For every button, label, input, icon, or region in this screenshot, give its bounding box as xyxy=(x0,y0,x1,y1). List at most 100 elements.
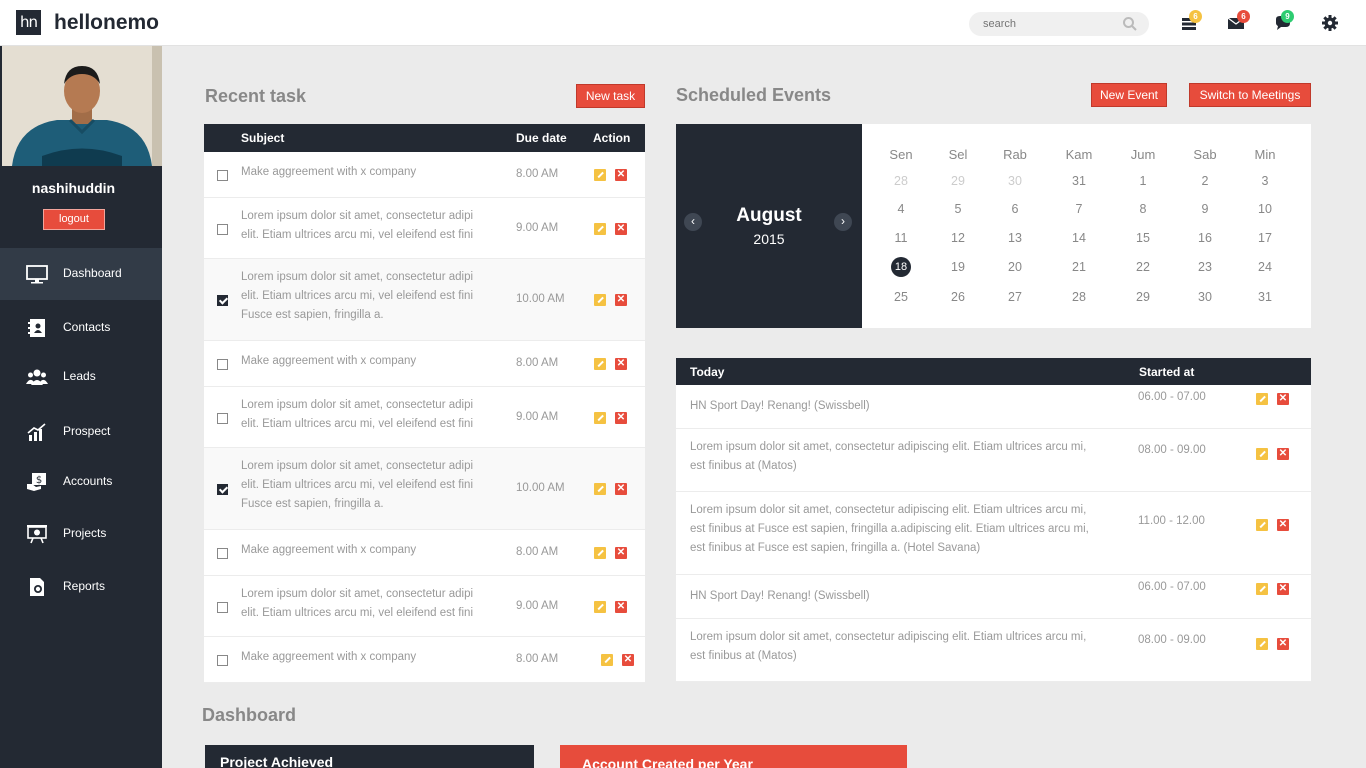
event-row[interactable]: HN Sport Day! Renang! (Swissbell) 06.00 -… xyxy=(676,385,1311,429)
column-started-at[interactable]: Started at xyxy=(1139,365,1194,379)
edit-icon[interactable] xyxy=(594,483,606,495)
task-checkbox[interactable] xyxy=(217,655,228,666)
avatar[interactable] xyxy=(2,46,162,166)
calendar-day[interactable]: 4 xyxy=(881,202,921,216)
task-row[interactable]: Lorem ipsum dolor sit amet, consectetur … xyxy=(204,576,645,637)
calendar-day[interactable]: 9 xyxy=(1185,202,1225,216)
edit-icon[interactable] xyxy=(594,222,606,235)
event-row[interactable]: Lorem ipsum dolor sit amet, consectetur … xyxy=(676,429,1311,492)
calendar-day[interactable]: 10 xyxy=(1245,202,1285,216)
task-checkbox[interactable] xyxy=(217,412,228,424)
calendar-day[interactable]: 15 xyxy=(1123,231,1163,245)
calendar-day[interactable]: 20 xyxy=(995,260,1035,274)
task-checkbox[interactable] xyxy=(217,548,228,559)
event-description[interactable]: Lorem ipsum dolor sit amet, consectetur … xyxy=(690,628,1100,666)
calendar-day[interactable]: 7 xyxy=(1059,202,1099,216)
switch-to-meetings-button[interactable]: Switch to Meetings xyxy=(1189,83,1311,107)
calendar-day[interactable]: 14 xyxy=(1059,231,1099,245)
calendar-day[interactable]: 8 xyxy=(1123,202,1163,216)
delete-icon[interactable]: ✕ xyxy=(622,654,634,666)
delete-icon[interactable]: ✕ xyxy=(1277,638,1289,650)
column-due-date[interactable]: Due date xyxy=(516,131,567,145)
calendar-day[interactable]: 31 xyxy=(1059,174,1099,188)
delete-icon[interactable]: ✕ xyxy=(615,294,627,306)
event-row[interactable]: HN Sport Day! Renang! (Swissbell) 06.00 -… xyxy=(676,575,1311,619)
sidebar-item-prospect[interactable]: Prospect xyxy=(0,406,162,458)
logo[interactable]: hn xyxy=(16,10,41,35)
task-row[interactable]: Lorem ipsum dolor sit amet, consectetur … xyxy=(204,387,645,448)
calendar-day[interactable]: 1 xyxy=(1123,174,1163,188)
edit-icon[interactable] xyxy=(594,294,606,306)
edit-icon[interactable] xyxy=(594,358,606,370)
delete-icon[interactable]: ✕ xyxy=(1277,583,1289,595)
calendar-day[interactable]: 24 xyxy=(1245,260,1285,274)
task-row[interactable]: Lorem ipsum dolor sit amet, consectetur … xyxy=(204,448,645,530)
edit-icon[interactable] xyxy=(1256,519,1268,531)
edit-icon[interactable] xyxy=(594,169,606,181)
task-checkbox[interactable] xyxy=(217,484,228,495)
task-checkbox[interactable] xyxy=(217,170,228,181)
calendar-day[interactable]: 30 xyxy=(1185,290,1225,304)
calendar-day[interactable]: 29 xyxy=(938,174,978,188)
calendar-day[interactable]: 22 xyxy=(1123,260,1163,274)
task-row[interactable]: Lorem ipsum dolor sit amet, consectetur … xyxy=(204,198,645,259)
task-row[interactable]: Make aggreement with x company 8.00 AM ✕ xyxy=(204,341,645,387)
task-subject[interactable]: Lorem ipsum dolor sit amet, consectetur … xyxy=(241,396,486,434)
delete-icon[interactable]: ✕ xyxy=(615,547,627,559)
calendar-day[interactable]: 31 xyxy=(1245,290,1285,304)
edit-icon[interactable] xyxy=(1256,638,1268,650)
calendar-day[interactable]: 2 xyxy=(1185,174,1225,188)
edit-icon[interactable] xyxy=(594,411,606,424)
next-month-button[interactable]: › xyxy=(834,213,852,231)
event-description[interactable]: Lorem ipsum dolor sit amet, consectetur … xyxy=(690,438,1100,476)
edit-icon[interactable] xyxy=(1256,448,1268,460)
calendar-day[interactable]: 11 xyxy=(881,231,921,245)
delete-icon[interactable]: ✕ xyxy=(1277,393,1289,405)
sidebar-item-leads[interactable]: Leads xyxy=(0,351,162,403)
task-row[interactable]: Lorem ipsum dolor sit amet, consectetur … xyxy=(204,259,645,341)
task-checkbox[interactable] xyxy=(217,359,228,370)
calendar-day[interactable]: 5 xyxy=(938,202,978,216)
task-subject[interactable]: Make aggreement with x company xyxy=(241,541,486,560)
event-description[interactable]: Lorem ipsum dolor sit amet, consectetur … xyxy=(690,501,1100,558)
calendar-day[interactable]: 27 xyxy=(995,290,1035,304)
gear-icon[interactable] xyxy=(1321,14,1339,32)
delete-icon[interactable]: ✕ xyxy=(615,222,627,235)
task-subject[interactable]: Lorem ipsum dolor sit amet, consectetur … xyxy=(241,457,486,514)
delete-icon[interactable]: ✕ xyxy=(615,483,627,495)
task-subject[interactable]: Make aggreement with x company xyxy=(241,163,486,182)
calendar-day[interactable]: 25 xyxy=(881,290,921,304)
task-checkbox[interactable] xyxy=(217,601,228,613)
delete-icon[interactable]: ✕ xyxy=(1277,448,1289,460)
delete-icon[interactable]: ✕ xyxy=(615,600,627,613)
column-subject[interactable]: Subject xyxy=(241,131,284,145)
task-row[interactable]: Make aggreement with x company 8.00 AM ✕ xyxy=(204,152,645,198)
event-row[interactable]: Lorem ipsum dolor sit amet, consectetur … xyxy=(676,619,1311,682)
brand-name[interactable]: hellonemo xyxy=(54,11,159,35)
event-row[interactable]: Lorem ipsum dolor sit amet, consectetur … xyxy=(676,492,1311,575)
task-subject[interactable]: Make aggreement with x company xyxy=(241,352,486,371)
task-checkbox[interactable] xyxy=(217,223,228,235)
calendar-day-selected[interactable]: 18 xyxy=(881,257,921,277)
task-subject[interactable]: Lorem ipsum dolor sit amet, consectetur … xyxy=(241,268,486,325)
edit-icon[interactable] xyxy=(601,654,613,666)
task-subject[interactable]: Make aggreement with x company xyxy=(241,648,486,667)
calendar-day[interactable]: 13 xyxy=(995,231,1035,245)
sidebar-item-projects[interactable]: Projects xyxy=(0,508,162,560)
sidebar-item-reports[interactable]: Reports xyxy=(0,561,162,613)
calendar-day[interactable]: 26 xyxy=(938,290,978,304)
calendar-day[interactable]: 30 xyxy=(995,174,1035,188)
edit-icon[interactable] xyxy=(594,547,606,559)
calendar-day[interactable]: 17 xyxy=(1245,231,1285,245)
sidebar-item-dashboard[interactable]: Dashboard xyxy=(0,248,162,300)
task-subject[interactable]: Lorem ipsum dolor sit amet, consectetur … xyxy=(241,585,486,623)
logout-button[interactable]: logout xyxy=(43,209,105,230)
calendar-day[interactable]: 19 xyxy=(938,260,978,274)
calendar-day[interactable]: 28 xyxy=(1059,290,1099,304)
new-task-button[interactable]: New task xyxy=(576,84,645,108)
delete-icon[interactable]: ✕ xyxy=(615,411,627,424)
sidebar-item-contacts[interactable]: Contacts xyxy=(0,302,162,354)
task-row[interactable]: Make aggreement with x company 8.00 AM ✕ xyxy=(204,530,645,576)
calendar-day[interactable]: 29 xyxy=(1123,290,1163,304)
new-event-button[interactable]: New Event xyxy=(1091,83,1167,107)
